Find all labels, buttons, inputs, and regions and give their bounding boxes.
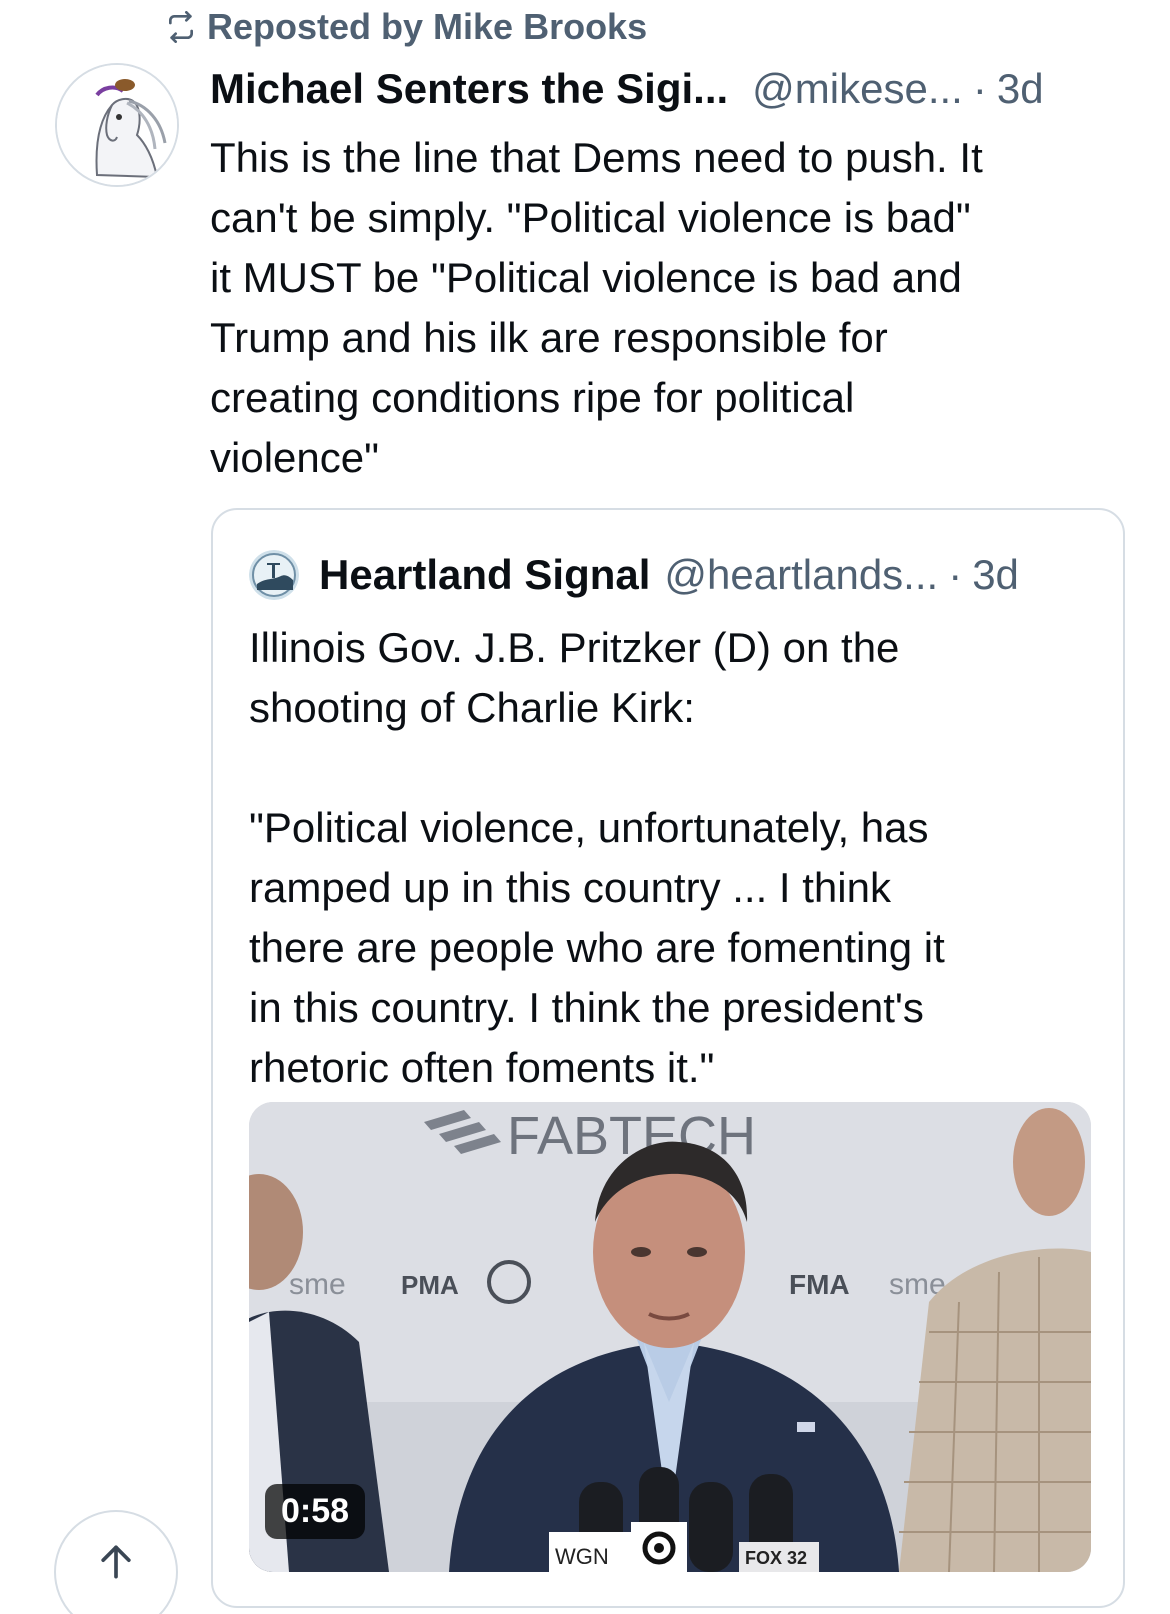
quoted-post-header: Heartland Signal @heartlands... · 3d [249, 550, 1019, 600]
author-name[interactable]: Michael Senters the Sigi... [210, 65, 728, 113]
quoted-post-timestamp[interactable]: 3d [972, 551, 1019, 599]
post-header: Michael Senters the Sigi... @mikese... ·… [210, 65, 1130, 113]
post-body: This is the line that Dems need to push.… [210, 134, 983, 481]
video-duration-badge: 0:58 [265, 1484, 366, 1539]
quoted-post-body: Illinois Gov. J.B. Pritzker (D) on the s… [249, 624, 945, 1091]
backdrop-logo: FMA [789, 1269, 850, 1300]
quoted-author-name[interactable]: Heartland Signal [319, 551, 650, 599]
arrow-up-icon [101, 1545, 131, 1579]
backdrop-logo: sme [289, 1268, 346, 1301]
backdrop-logo: PMA [401, 1270, 459, 1300]
repost-label: Reposted by Mike Brooks [207, 6, 648, 47]
post-thread: Reposted by Mike Brooks Michael Senters … [0, 0, 1170, 1614]
separator-dot: · [948, 551, 963, 598]
repost-icon [169, 11, 193, 43]
video-player[interactable]: FABTECH sme PMA FMA sme WGN FOX 32 0:58 [249, 1102, 1091, 1572]
post-timestamp[interactable]: 3d [997, 65, 1044, 113]
separator-dot: · [972, 65, 987, 112]
scroll-to-top-button[interactable] [54, 1510, 178, 1614]
quoted-author-avatar[interactable] [249, 550, 299, 600]
author-avatar[interactable] [55, 63, 179, 187]
mic-flag-text: WGN [555, 1544, 609, 1569]
author-handle[interactable]: @mikese... [752, 65, 963, 113]
video-thumbnail: FABTECH sme PMA FMA sme WGN FOX 32 [249, 1102, 1091, 1572]
quoted-post-card[interactable]: Heartland Signal @heartlands... · 3d Ill… [211, 508, 1125, 1608]
quoted-author-handle[interactable]: @heartlands... [664, 551, 938, 599]
mic-flag-text: FOX 32 [745, 1548, 807, 1568]
repost-indicator[interactable]: Reposted by Mike Brooks [165, 6, 647, 48]
